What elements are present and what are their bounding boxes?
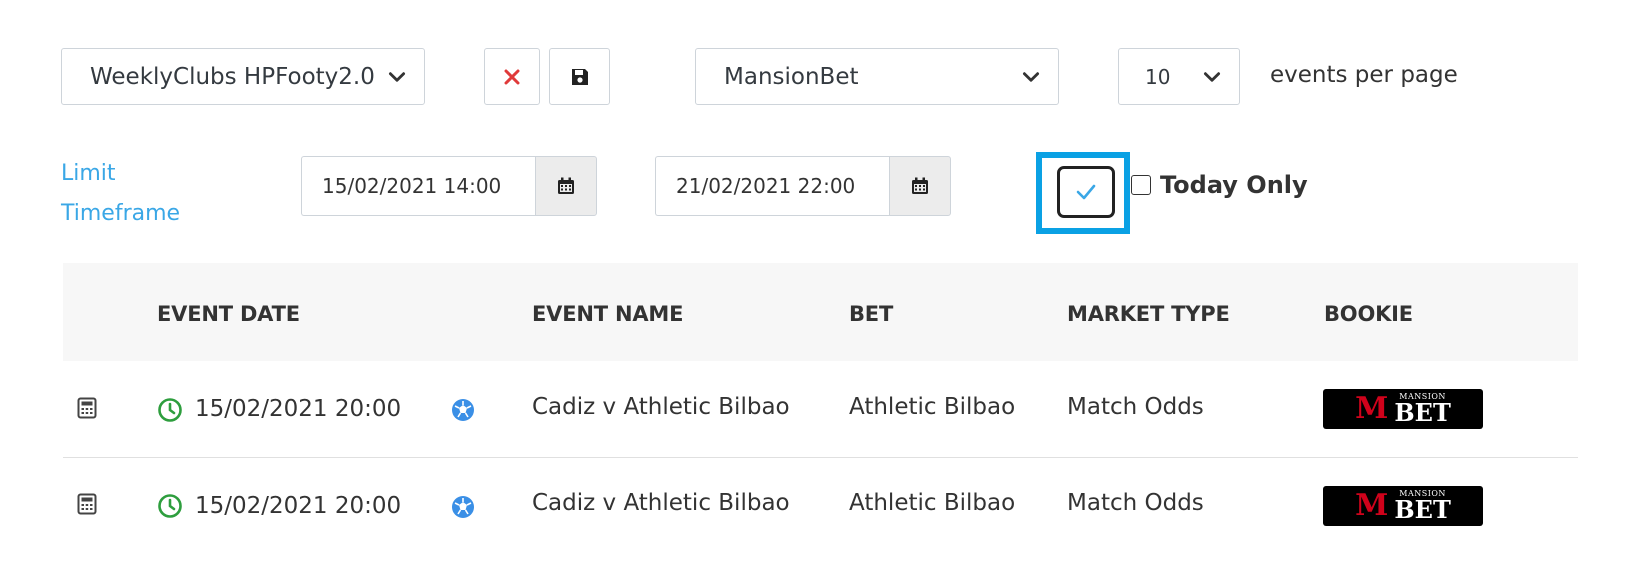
soccer-ball-icon bbox=[452, 399, 474, 421]
saved-filter-value: WeeklyClubs HPFooty2.0 bbox=[90, 63, 375, 90]
chevron-down-icon bbox=[388, 71, 406, 82]
row-event-name[interactable]: Cadiz v Athletic Bilbao bbox=[532, 394, 790, 420]
bookie-select[interactable]: MansionBet bbox=[695, 48, 1059, 105]
soccer-ball-icon bbox=[452, 496, 474, 518]
row-event-date: 15/02/2021 20:00 bbox=[195, 396, 402, 422]
per-page-select[interactable]: 10 bbox=[1118, 48, 1240, 105]
logo-text-bottom: BET bbox=[1394, 495, 1451, 524]
header-event-name[interactable]: EVENT NAME bbox=[532, 302, 683, 326]
save-filter-button[interactable] bbox=[549, 48, 610, 105]
today-only-checkbox[interactable] bbox=[1131, 175, 1151, 195]
start-date-input[interactable]: 15/02/2021 14:00 bbox=[301, 156, 535, 216]
close-icon bbox=[504, 69, 520, 84]
end-date-group: 21/02/2021 22:00 bbox=[655, 156, 951, 216]
bookie-value: MansionBet bbox=[724, 63, 859, 90]
limit-timeframe-link[interactable]: Limit Timeframe bbox=[61, 154, 211, 234]
row-market-type: Match Odds bbox=[1067, 490, 1204, 516]
calculator-icon[interactable] bbox=[77, 493, 97, 515]
header-market-type[interactable]: MARKET TYPE bbox=[1067, 302, 1230, 326]
clock-icon bbox=[158, 494, 182, 518]
end-date-picker-button[interactable] bbox=[889, 156, 951, 216]
bookie-logo[interactable]: M MANSION BET bbox=[1323, 389, 1483, 429]
chevron-down-icon bbox=[1022, 71, 1040, 82]
calendar-icon bbox=[912, 177, 928, 194]
clock-icon bbox=[158, 398, 182, 422]
start-date-group: 15/02/2021 14:00 bbox=[301, 156, 597, 216]
end-date-input[interactable]: 21/02/2021 22:00 bbox=[655, 156, 889, 216]
bookie-logo[interactable]: M MANSION BET bbox=[1323, 486, 1483, 526]
saved-filter-select[interactable]: WeeklyClubs HPFooty2.0 bbox=[61, 48, 425, 105]
chevron-down-icon bbox=[1203, 71, 1221, 82]
per-page-value: 10 bbox=[1145, 64, 1171, 89]
header-bet[interactable]: BET bbox=[849, 302, 893, 326]
calendar-icon bbox=[558, 177, 574, 194]
row-bet: Athletic Bilbao bbox=[849, 490, 1016, 516]
mansion-monogram-icon: M bbox=[1355, 488, 1389, 523]
row-event-name[interactable]: Cadiz v Athletic Bilbao bbox=[532, 490, 790, 516]
per-page-label: events per page bbox=[1270, 62, 1458, 88]
mansion-monogram-icon: M bbox=[1355, 391, 1389, 426]
delete-filter-button[interactable] bbox=[484, 48, 540, 105]
start-date-picker-button[interactable] bbox=[535, 156, 597, 216]
header-event-date[interactable]: EVENT DATE bbox=[157, 302, 300, 326]
limit-timeframe-checkbox[interactable] bbox=[1057, 166, 1115, 218]
save-icon bbox=[571, 68, 588, 85]
row-market-type: Match Odds bbox=[1067, 394, 1204, 420]
checkmark-icon bbox=[1076, 184, 1096, 200]
row-bet: Athletic Bilbao bbox=[849, 394, 1016, 420]
row-event-date: 15/02/2021 20:00 bbox=[195, 493, 402, 519]
logo-text-bottom: BET bbox=[1394, 398, 1451, 427]
calculator-icon[interactable] bbox=[77, 397, 97, 419]
today-only-label: Today Only bbox=[1160, 171, 1308, 199]
header-bookie[interactable]: BOOKIE bbox=[1324, 302, 1413, 326]
